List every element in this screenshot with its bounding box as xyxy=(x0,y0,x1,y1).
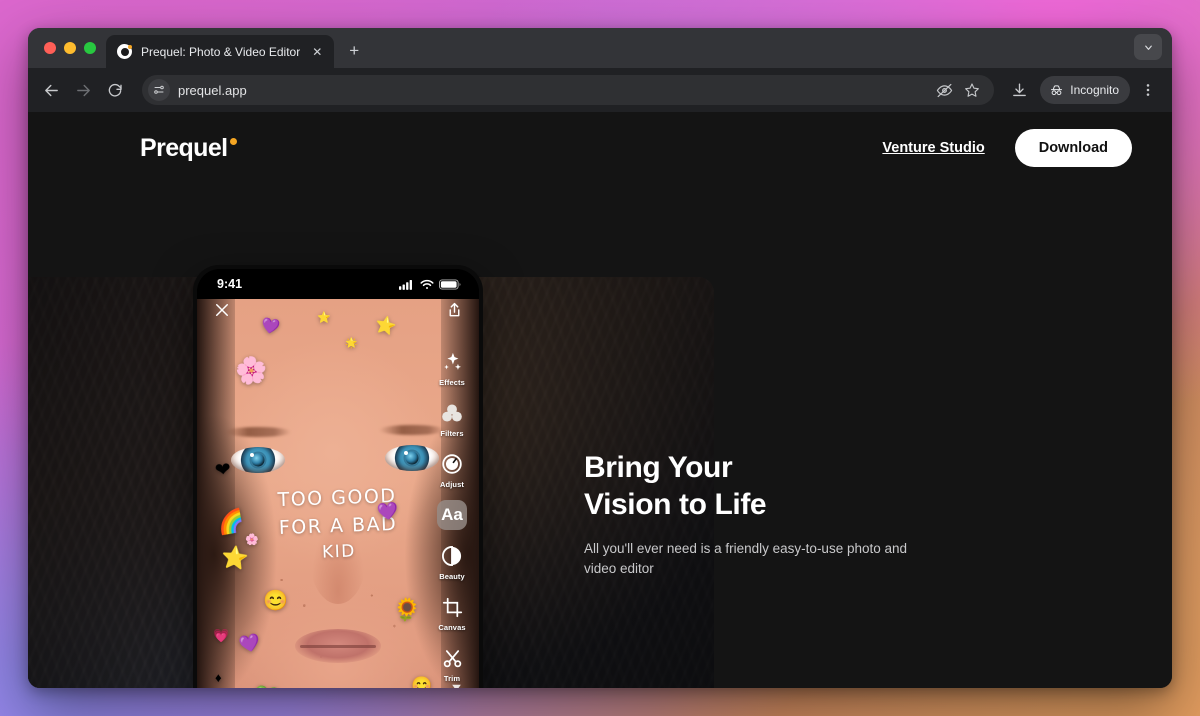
sparkles-icon xyxy=(437,347,467,377)
logo-text: Prequel xyxy=(140,133,228,162)
phone-top-actions xyxy=(197,301,479,319)
reload-icon[interactable] xyxy=(100,75,130,105)
sunflower-sticker[interactable]: 🌻 xyxy=(392,596,422,624)
prequel-ring-icon xyxy=(117,44,132,59)
window-close-button[interactable] xyxy=(44,42,56,54)
tool-aa[interactable]: Aa xyxy=(431,500,473,530)
download-button[interactable]: Download xyxy=(1014,129,1132,167)
crop-icon xyxy=(437,592,467,622)
pink-flower-sticker[interactable]: 🌸 xyxy=(245,535,259,546)
phone-status-bar: 9:41 xyxy=(197,269,479,299)
half-circle-icon xyxy=(437,541,467,571)
tab-title: Prequel: Photo & Video Editor xyxy=(141,44,301,59)
pink-diamond-sticker[interactable]: ♦ xyxy=(215,671,222,684)
window-minimize-button[interactable] xyxy=(64,42,76,54)
tool-beauty[interactable]: Beauty xyxy=(431,541,473,581)
arrow-left-icon[interactable] xyxy=(36,75,66,105)
window-maximize-button[interactable] xyxy=(84,42,96,54)
new-tab-button[interactable]: + xyxy=(340,37,368,65)
phone-mockup: 9:41 TOO GOOD FOR A BAD KID 🌸 💜 ⭐ ⭐ 🌟 ❤ … xyxy=(193,265,483,688)
text-aa-icon: Aa xyxy=(437,500,467,530)
battery-icon xyxy=(439,278,461,290)
close-icon[interactable]: ✕ xyxy=(309,44,325,60)
window-traffic-lights xyxy=(40,28,106,68)
circles-icon xyxy=(437,398,467,428)
arrow-right-icon[interactable] xyxy=(68,75,98,105)
prequel-logo[interactable]: Prequel xyxy=(140,134,237,163)
tool-label: Canvas xyxy=(438,623,466,632)
browser-tab-strip: Prequel: Photo & Video Editor ✕ + xyxy=(28,28,1172,68)
wifi-icon xyxy=(420,279,434,290)
tool-label: Beauty xyxy=(439,572,465,581)
eyebrow-left xyxy=(225,427,291,437)
rainbow-heart-sticker[interactable]: ❤ xyxy=(214,459,232,482)
omnibox-actions xyxy=(932,78,986,102)
cellular-signal-icon xyxy=(399,279,415,290)
download-icon[interactable] xyxy=(1004,75,1034,105)
desktop-background: Prequel: Photo & Video Editor ✕ + preque… xyxy=(0,0,1200,716)
eye-off-icon[interactable] xyxy=(932,78,956,102)
address-bar-url[interactable]: prequel.app xyxy=(178,83,924,98)
tool-trim[interactable]: Trim xyxy=(431,643,473,683)
tool-label: Effects xyxy=(439,378,465,387)
hero-copy: Bring Your Vision to Life All you'll eve… xyxy=(584,450,944,580)
hero-title-line-2: Vision to Life xyxy=(584,487,767,521)
hero-title-line-1: Bring Your xyxy=(584,451,733,484)
browser-window: Prequel: Photo & Video Editor ✕ + preque… xyxy=(28,28,1172,688)
pink-heart-sticker[interactable]: 💗 xyxy=(213,629,229,642)
bookmark-star-icon[interactable] xyxy=(960,78,984,102)
tool-effects[interactable]: Effects xyxy=(431,347,473,387)
dial-icon xyxy=(437,449,467,479)
site-navigation: Venture Studio Download xyxy=(882,129,1132,167)
lilac-heart-sticker[interactable]: 💜 xyxy=(376,501,399,522)
site-header: Prequel Venture Studio Download xyxy=(28,112,1172,184)
close-icon[interactable] xyxy=(213,301,231,319)
nav-link-venture-studio[interactable]: Venture Studio xyxy=(882,140,984,156)
green-smiley-sticker[interactable]: 😊 xyxy=(263,591,288,611)
tool-canvas[interactable]: Canvas xyxy=(431,592,473,632)
editor-tool-rail: Effects Filters Adjust Aa Beauty Canvas Trim xyxy=(429,347,475,683)
yellow-star-sticker[interactable]: ⭐ xyxy=(220,544,250,572)
share-icon[interactable] xyxy=(446,301,463,319)
phone-screen: 9:41 TOO GOOD FOR A BAD KID 🌸 💜 ⭐ ⭐ 🌟 ❤ … xyxy=(197,269,479,688)
chevron-down-icon[interactable] xyxy=(450,681,463,688)
tool-filters[interactable]: Filters xyxy=(431,398,473,438)
tool-label: Filters xyxy=(440,429,464,438)
status-bar-icons xyxy=(399,278,461,290)
incognito-indicator[interactable]: Incognito xyxy=(1040,76,1130,104)
tool-adjust[interactable]: Adjust xyxy=(431,449,473,489)
logo-dot-icon xyxy=(229,137,237,145)
tune-sliders-icon[interactable] xyxy=(148,79,170,101)
incognito-hat-icon xyxy=(1049,83,1064,98)
page-viewport: Prequel Venture Studio Download Bring Yo… xyxy=(28,112,1172,688)
status-bar-time: 9:41 xyxy=(217,277,243,291)
green-heart-sticker[interactable]: 💚 xyxy=(251,683,282,688)
sparkle-sticker[interactable]: 🌟 xyxy=(345,339,357,349)
tab-search-chevron-down-icon[interactable] xyxy=(1134,34,1162,60)
hero-subtitle: All you'll ever need is a friendly easy-… xyxy=(584,541,908,577)
flower-sticker[interactable]: 🌸 xyxy=(233,353,269,387)
hero-title: Bring Your Vision to Life xyxy=(584,450,944,523)
toolbar-right-actions: Incognito xyxy=(1004,75,1162,105)
incognito-label: Incognito xyxy=(1070,83,1119,97)
address-bar[interactable]: prequel.app xyxy=(142,75,995,105)
tool-label: Adjust xyxy=(440,480,464,489)
lips xyxy=(295,629,381,663)
browser-toolbar: prequel.app Incognito xyxy=(28,68,1172,112)
eye-left xyxy=(231,447,285,473)
purple-star-sticker[interactable]: 💜 xyxy=(237,632,262,655)
kebab-menu-icon[interactable] xyxy=(1134,76,1162,104)
purple-heart-sticker[interactable]: 💜 xyxy=(260,317,281,337)
nose xyxy=(310,514,366,604)
rainbow-sticker[interactable]: 🌈 xyxy=(215,507,246,536)
scissors-icon xyxy=(437,643,467,673)
browser-tab[interactable]: Prequel: Photo & Video Editor ✕ xyxy=(106,35,335,68)
